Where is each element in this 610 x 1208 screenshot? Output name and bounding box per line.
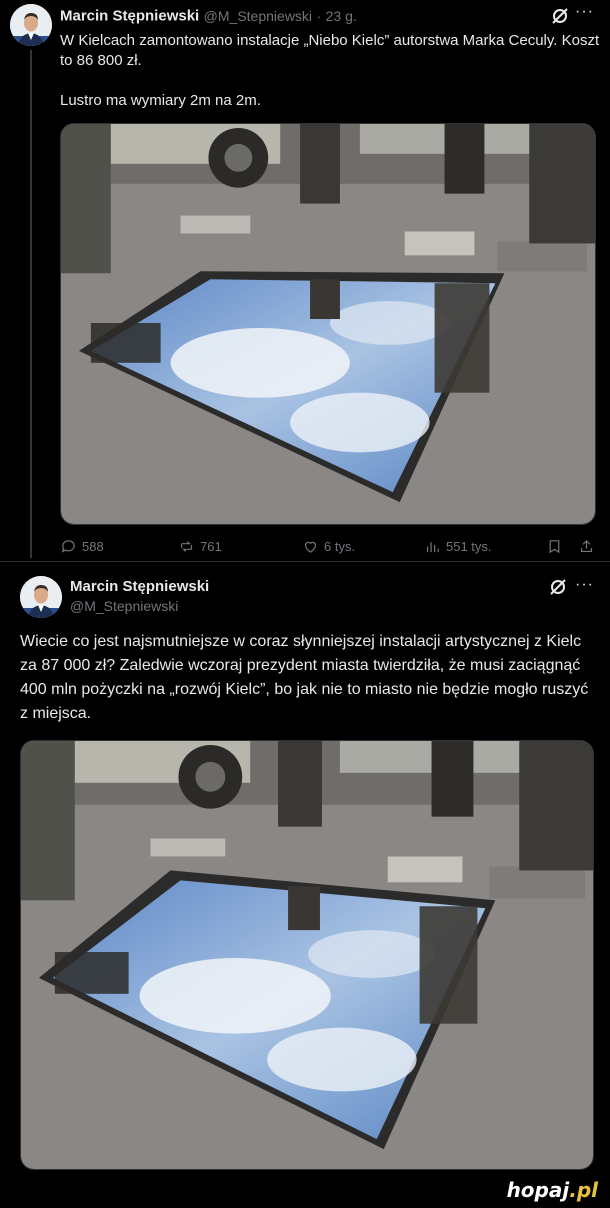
grok-icon[interactable] — [549, 578, 567, 596]
repost-icon — [180, 541, 193, 552]
watermark-logo: hopaj.pl — [507, 1178, 598, 1202]
watermark-tld: .pl — [569, 1178, 598, 1202]
thread-line — [30, 50, 32, 558]
repost-button[interactable]: 761 — [178, 538, 222, 555]
bookmark-icon — [549, 540, 560, 554]
avatar[interactable] — [10, 4, 52, 46]
tweet-time[interactable]: 23 g. — [326, 8, 357, 24]
more-icon[interactable]: ··· — [575, 3, 594, 21]
author-handle[interactable]: @M_Stepniewski — [204, 8, 312, 24]
author-name[interactable]: Marcin Stępniewski — [60, 7, 199, 24]
repost-count: 761 — [200, 539, 222, 554]
tweet-actions: 588 761 6 tys. 551 tys. — [60, 538, 600, 558]
tweet-text: W Kielcach zamontowano instalacje „Niebo… — [60, 32, 600, 109]
bar-chart-icon — [426, 542, 439, 553]
like-button[interactable]: 6 tys. — [302, 538, 355, 555]
more-icon[interactable]: ··· — [575, 576, 594, 594]
grok-icon[interactable] — [551, 7, 569, 25]
reply-icon — [61, 540, 75, 553]
author-name[interactable]: Marcin Stępniewski — [70, 578, 209, 595]
view-count: 551 tys. — [446, 539, 492, 554]
views-button[interactable]: 551 tys. — [424, 538, 492, 555]
bookmark-button[interactable] — [546, 538, 563, 555]
share-button[interactable] — [578, 538, 595, 555]
tweet-text: Wiecie co jest najsmutniejsze w coraz sł… — [20, 633, 589, 722]
avatar[interactable] — [20, 576, 62, 618]
tweet-header: Marcin Stępniewski @M_Stepniewski · 23 g… — [60, 7, 357, 25]
heart-icon — [304, 541, 317, 553]
watermark-brand: hopaj — [506, 1178, 570, 1202]
reply-count: 588 — [82, 539, 104, 554]
separator-dot: · — [316, 7, 322, 24]
tweet-photo[interactable] — [60, 123, 596, 525]
divider — [0, 561, 610, 562]
share-icon — [580, 539, 593, 553]
like-count: 6 tys. — [324, 539, 356, 554]
reply-button[interactable]: 588 — [60, 538, 104, 555]
tweet-1: Marcin Stępniewski @M_Stepniewski · 23 g… — [0, 0, 610, 560]
author-handle[interactable]: @M_Stepniewski — [70, 598, 178, 614]
tweet-photo[interactable] — [20, 740, 594, 1170]
